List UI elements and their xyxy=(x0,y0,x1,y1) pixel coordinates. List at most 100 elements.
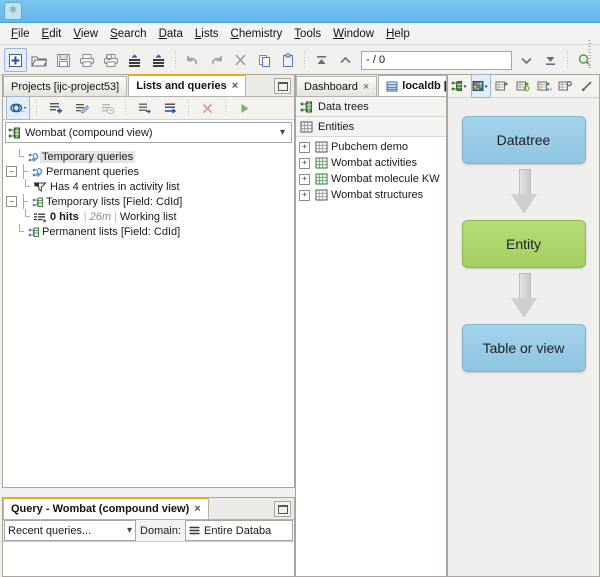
undo-icon[interactable] xyxy=(181,48,204,72)
flow-node-table-or-view[interactable]: Table or view xyxy=(462,324,586,372)
list-item[interactable]: + Pubchem demo xyxy=(296,139,446,155)
print-preview-icon[interactable] xyxy=(100,48,123,72)
previous-record-icon[interactable] xyxy=(334,48,357,72)
domain-select[interactable]: Entire Databa xyxy=(185,520,293,541)
entity-properties-icon[interactable] xyxy=(555,74,575,98)
tab-dashboard[interactable]: Dashboard × xyxy=(296,76,377,96)
menu-search[interactable]: Search xyxy=(104,26,152,42)
paste-icon[interactable] xyxy=(277,48,300,72)
query-controls-row: Recent queries... ▾ Domain: Entire Datab… xyxy=(3,520,294,542)
chevron-down-icon[interactable]: ▾ xyxy=(280,127,289,138)
tab-projects[interactable]: Projects [ijc-project53] xyxy=(3,76,127,96)
close-icon[interactable]: × xyxy=(193,503,200,515)
tree-guide xyxy=(21,179,30,194)
table-green-icon xyxy=(315,157,328,169)
new-icon[interactable] xyxy=(4,48,27,72)
tree-item-label: Temporary lists [Field: CdId] xyxy=(44,196,184,208)
minimize-icon[interactable] xyxy=(274,78,291,94)
delete-icon[interactable] xyxy=(195,96,219,120)
cut-icon[interactable] xyxy=(229,48,252,72)
export-icon[interactable] xyxy=(147,48,170,72)
next-record-icon[interactable] xyxy=(516,48,539,72)
filter-icon xyxy=(32,181,48,193)
tree-item-temporary-lists[interactable]: − Temporary lists [Field: CdId] xyxy=(3,194,294,209)
run-icon[interactable] xyxy=(232,96,256,120)
last-record-icon[interactable] xyxy=(539,48,562,72)
tree-item-temporary-queries[interactable]: Temporary queries xyxy=(3,149,294,164)
tab-query-wombat[interactable]: Query - Wombat (compound view) × xyxy=(3,497,209,519)
print-icon[interactable] xyxy=(76,48,99,72)
record-nav-field[interactable]: - / 0 xyxy=(361,51,511,70)
left-toolbar-separator-3 xyxy=(188,99,189,117)
search-icon[interactable] xyxy=(573,48,596,72)
datatree-dropdown-icon[interactable] xyxy=(450,74,470,98)
new-query-icon[interactable] xyxy=(43,96,67,120)
list-item[interactable]: + Wombat molecule KW xyxy=(296,171,446,187)
tree-guide xyxy=(19,194,28,209)
tree-separator: | xyxy=(81,211,90,223)
recent-queries-select[interactable]: Recent queries... ▾ xyxy=(4,520,136,541)
copy-icon[interactable] xyxy=(253,48,276,72)
queries-tree[interactable]: Temporary queries − Permanent queries xyxy=(3,145,294,487)
tab-lists-and-queries[interactable]: Lists and queries × xyxy=(128,74,246,96)
menu-file[interactable]: File xyxy=(5,26,36,42)
table-green-icon xyxy=(315,173,328,185)
menu-window[interactable]: Window xyxy=(327,26,380,42)
close-icon[interactable]: × xyxy=(231,80,238,92)
entities-list[interactable]: + Pubchem demo + Wombat activities + Wom… xyxy=(296,137,446,203)
chevron-down-icon[interactable]: ▾ xyxy=(127,525,132,536)
tree-item-working-list[interactable]: 0 hits | 26m | Working list xyxy=(3,209,294,224)
section-entities-label: Entities xyxy=(318,121,354,133)
link-entity-icon[interactable] xyxy=(513,74,533,98)
lists-and-queries-panel: Projects [ijc-project53] Lists and queri… xyxy=(2,74,295,488)
close-icon[interactable]: × xyxy=(362,81,369,93)
menu-view[interactable]: View xyxy=(67,26,104,42)
tree-expander[interactable]: − xyxy=(6,196,17,207)
edit-query-icon[interactable] xyxy=(69,96,93,120)
first-record-icon[interactable] xyxy=(310,48,333,72)
section-data-trees[interactable]: Data trees xyxy=(296,97,446,117)
flow-node-datatree[interactable]: Datatree xyxy=(462,116,586,164)
query-canvas[interactable] xyxy=(3,542,294,576)
menu-data[interactable]: Data xyxy=(153,26,189,42)
open-icon[interactable] xyxy=(28,48,51,72)
import-icon[interactable] xyxy=(123,48,146,72)
record-nav-value: - / 0 xyxy=(366,54,385,66)
tree-expander[interactable]: + xyxy=(299,142,310,153)
menu-tools[interactable]: Tools xyxy=(288,26,327,42)
tree-expander[interactable]: − xyxy=(6,166,17,177)
tree-guide xyxy=(19,164,28,179)
menu-lists[interactable]: Lists xyxy=(189,26,225,42)
list-indent-icon[interactable] xyxy=(132,96,156,120)
add-relation-icon[interactable]: a+b xyxy=(534,74,554,98)
flow-node-entity[interactable]: Entity xyxy=(462,220,586,268)
minimize-icon[interactable] xyxy=(274,501,291,517)
tree-item-age: 26m xyxy=(90,211,111,223)
tree-item-label: Has 4 entries in activity list xyxy=(48,181,182,193)
tree-item-permanent-lists[interactable]: Permanent lists [Field: CdId] xyxy=(3,224,294,239)
tree-item-permanent-queries[interactable]: − Permanent queries xyxy=(3,164,294,179)
tab-localdb[interactable]: localdb [as admin] × xyxy=(378,75,446,96)
list-align-icon[interactable] xyxy=(158,96,182,120)
tree-item-has-4-entries[interactable]: Has 4 entries in activity list xyxy=(3,179,294,194)
tree-expander[interactable]: + xyxy=(299,174,310,185)
tree-expander[interactable]: + xyxy=(299,158,310,169)
toolbar-overflow-handle[interactable] xyxy=(588,40,591,70)
tree-expander[interactable]: + xyxy=(299,190,310,201)
connector-icon[interactable] xyxy=(576,74,596,98)
add-entity-icon[interactable] xyxy=(492,74,512,98)
schema-diagram-panel: a+b Datatree Entity Table or vi xyxy=(447,74,600,577)
menu-chemistry[interactable]: Chemistry xyxy=(225,26,289,42)
query-history-icon[interactable] xyxy=(95,96,119,120)
list-item[interactable]: + Wombat activities xyxy=(296,155,446,171)
save-icon[interactable] xyxy=(52,48,75,72)
left-toolbar-separator-2 xyxy=(125,99,126,117)
view-selector-combo[interactable]: Wombat (compound view) ▾ xyxy=(5,122,292,143)
redo-icon[interactable] xyxy=(205,48,228,72)
list-item[interactable]: + Wombat structures xyxy=(296,187,446,203)
entity-grid-dropdown-icon[interactable] xyxy=(471,74,491,98)
view-selector-icon[interactable]: .. xyxy=(6,96,30,120)
section-entities[interactable]: Entities xyxy=(296,117,446,137)
menu-help[interactable]: Help xyxy=(380,26,416,42)
menu-edit[interactable]: Edit xyxy=(36,26,68,42)
